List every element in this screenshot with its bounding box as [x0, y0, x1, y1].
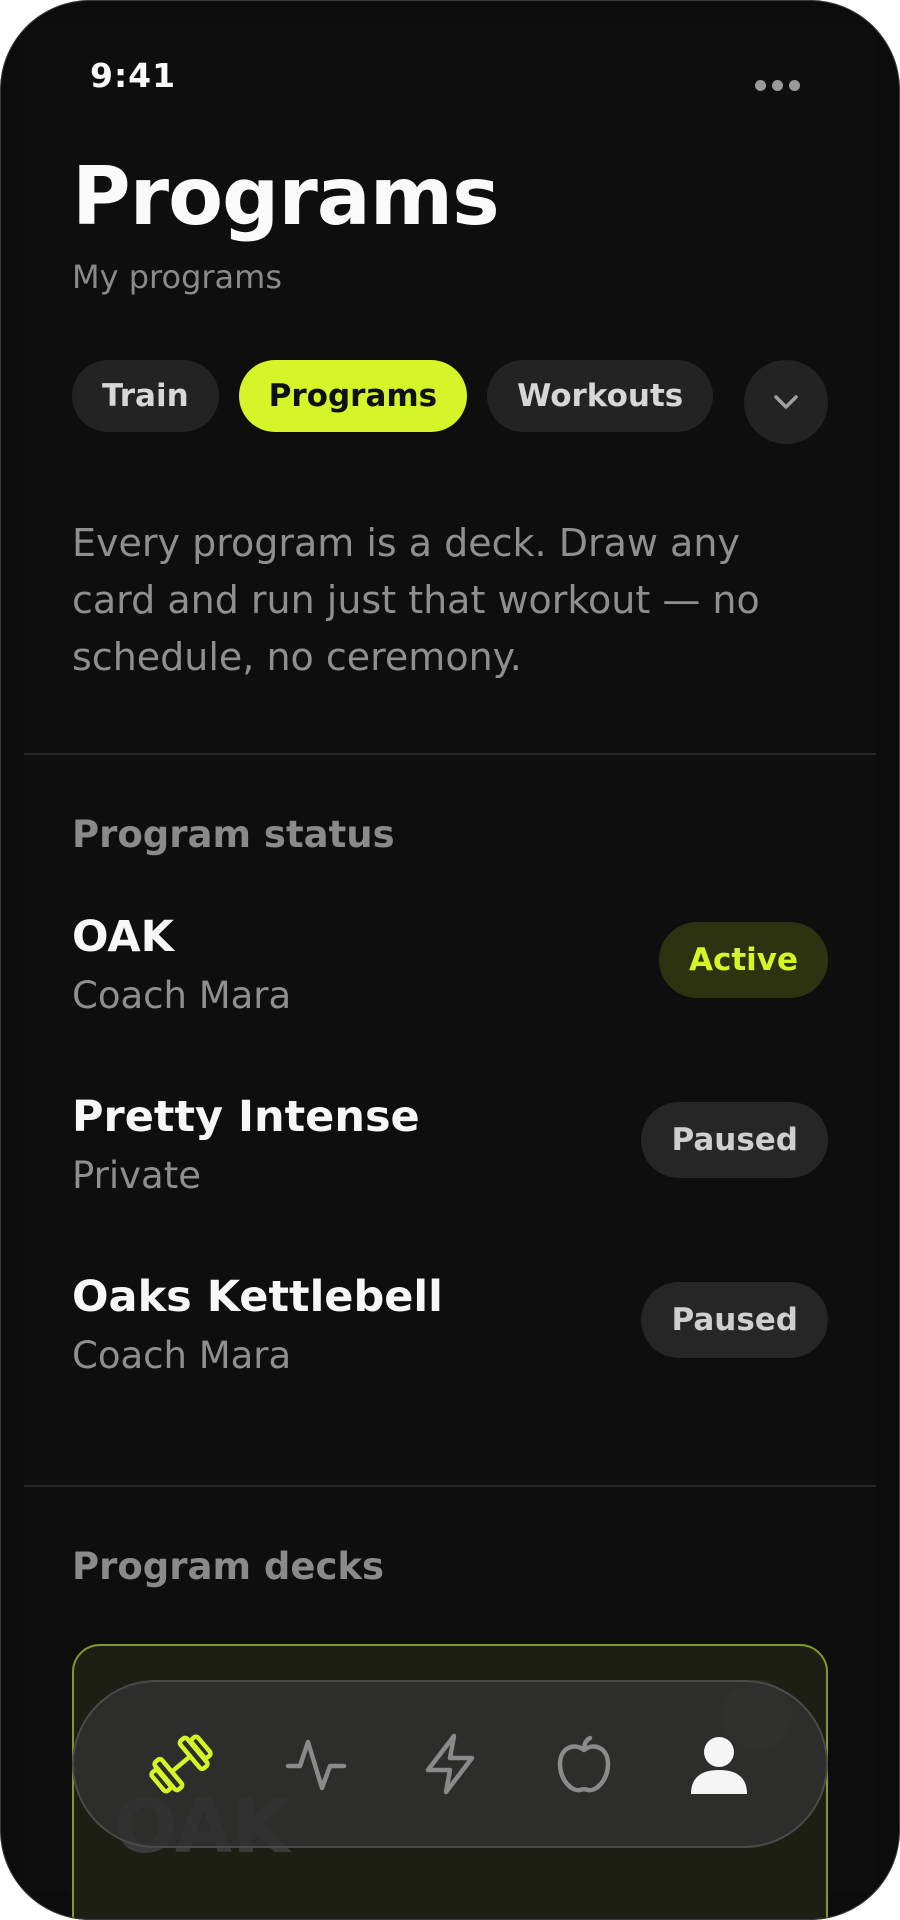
nav-nutrition[interactable] — [544, 1724, 624, 1804]
tab-programs[interactable]: Programs — [238, 360, 468, 432]
status-badge: Active — [658, 922, 828, 998]
nav-train[interactable] — [141, 1724, 221, 1804]
program-name: Pretty Intense — [72, 1092, 420, 1142]
program-owner: Private — [72, 1154, 201, 1197]
section-heading-program-status: Program status — [72, 813, 395, 856]
nav-activity[interactable] — [276, 1724, 356, 1804]
program-owner: Coach Mara — [72, 1334, 292, 1377]
bottom-nav — [72, 1680, 828, 1848]
program-row[interactable]: Pretty Intense Private Paused — [72, 1092, 828, 1202]
tab-workouts[interactable]: Workouts — [487, 360, 714, 432]
activity-icon — [285, 1739, 346, 1791]
status-badge: Paused — [641, 1102, 828, 1178]
tab-train[interactable]: Train — [72, 360, 219, 432]
more-options-icon[interactable] — [755, 74, 815, 96]
profile-icon — [690, 1737, 747, 1794]
chevron-down-icon — [774, 395, 798, 409]
program-row[interactable]: Oaks Kettlebell Coach Mara Paused — [72, 1272, 828, 1382]
lightning-icon — [425, 1733, 475, 1795]
page-subtitle: My programs — [72, 258, 282, 296]
dumbbell-icon — [149, 1734, 213, 1794]
program-row[interactable]: OAK Coach Mara Active — [72, 912, 828, 1022]
intro-text: Every program is a deck. Draw any card a… — [72, 521, 760, 679]
section-heading-program-decks: Program decks — [72, 1545, 385, 1588]
program-name: Oaks Kettlebell — [72, 1272, 443, 1322]
divider — [24, 753, 876, 755]
program-name: OAK — [72, 912, 174, 962]
nav-energy[interactable] — [410, 1724, 490, 1804]
nav-profile[interactable] — [679, 1724, 759, 1804]
apple-icon — [558, 1735, 611, 1793]
divider — [24, 1485, 876, 1487]
page-title: Programs — [72, 150, 500, 243]
segment-tabs: Train Programs Workouts — [72, 360, 714, 432]
tabs-expand-button[interactable] — [744, 360, 828, 444]
phone-frame: 9:41 Programs My programs Train Programs… — [0, 0, 900, 1920]
status-time: 9:41 — [90, 56, 177, 95]
program-owner: Coach Mara — [72, 974, 292, 1017]
status-badge: Paused — [641, 1282, 828, 1358]
